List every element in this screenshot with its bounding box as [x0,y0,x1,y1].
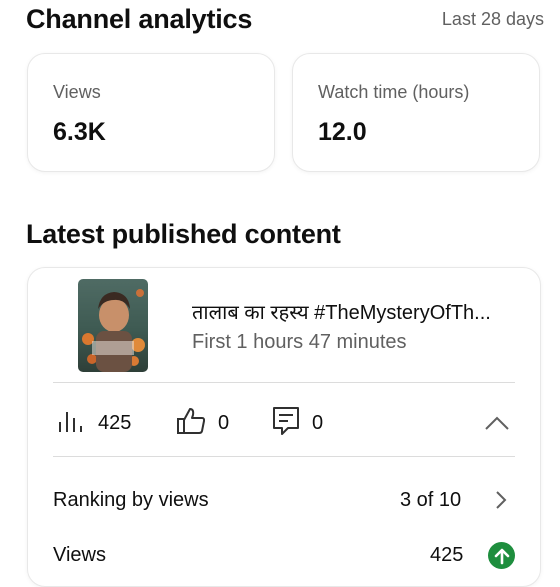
views-stat-value: 6.3K [53,118,106,146]
divider [53,456,515,457]
video-views-count: 425 [98,411,132,434]
chevron-right-icon[interactable] [494,489,508,511]
divider [53,382,515,383]
bar-chart-icon [58,409,86,438]
watch-time-stat-card[interactable]: Watch time (hours) 12.0 [292,53,540,172]
arrow-up-circle-icon [488,542,515,569]
video-thumbnail[interactable] [78,279,148,372]
views-row-label: Views [53,544,106,566]
views-stat-card[interactable]: Views 6.3K [27,53,275,172]
video-title[interactable]: तालाब का रहस्य #TheMysteryOfTh... [192,298,522,325]
views-stat-label: Views [53,82,101,102]
watch-time-stat-value: 12.0 [318,118,367,146]
latest-content-card: तालाब का रहस्य #TheMysteryOfTh... First … [27,267,541,587]
video-comments-count: 0 [312,411,324,434]
channel-analytics-title: Channel analytics [26,4,253,34]
video-period-label: First 1 hours 47 minutes [192,331,407,353]
comment-icon [272,406,300,441]
chevron-up-icon[interactable] [484,411,510,435]
thumbs-up-icon [176,407,206,440]
latest-content-title: Latest published content [26,219,341,249]
likes-metric: 0 [176,398,229,448]
ranking-value[interactable]: 3 of 10 [400,489,461,512]
views-row-value: 425 [430,544,464,566]
watch-time-stat-label: Watch time (hours) [318,82,470,102]
period-label[interactable]: Last 28 days [442,9,544,30]
video-likes-count: 0 [218,411,230,434]
comments-metric: 0 [272,398,323,448]
views-metric: 425 [58,398,131,448]
ranking-label: Ranking by views [53,489,209,511]
